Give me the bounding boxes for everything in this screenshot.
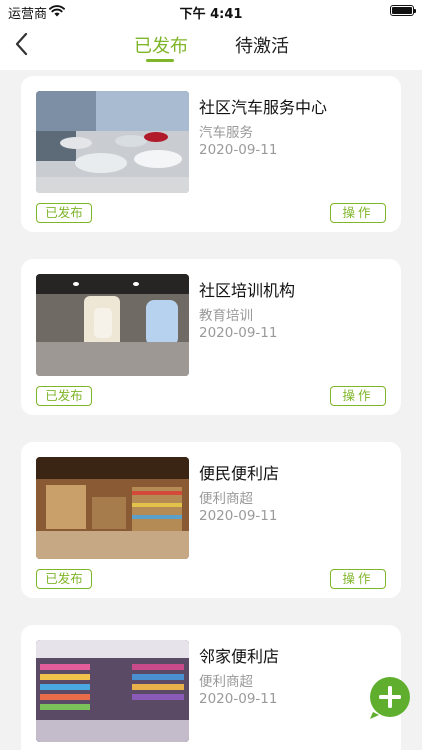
status-time: 下午 4:41 <box>179 7 243 22</box>
listing-category: 便利商超 <box>199 674 253 690</box>
operate-button[interactable]: 操作 <box>330 386 386 406</box>
listing-date: 2020-09-11 <box>199 142 278 158</box>
status-badge: 已发布 <box>36 386 92 406</box>
operate-button[interactable]: 操作 <box>330 569 386 589</box>
list-item[interactable]: 社区汽车服务中心 汽车服务 2020-09-11 已发布 操作 <box>21 76 401 232</box>
nav-bar: 已发布 待激活 <box>0 22 422 70</box>
listing-category: 便利商超 <box>199 491 253 507</box>
listing-title: 邻家便利店 <box>199 647 280 666</box>
status-badge: 已发布 <box>36 203 92 223</box>
listing-category: 汽车服务 <box>199 125 253 141</box>
listing-thumbnail <box>36 457 189 559</box>
tab-published[interactable]: 已发布 <box>134 32 188 58</box>
active-tab-indicator <box>146 59 174 62</box>
list-item[interactable]: 社区培训机构 教育培训 2020-09-11 已发布 操作 <box>21 259 401 415</box>
chevron-left-icon[interactable] <box>10 30 34 58</box>
listing-date: 2020-09-11 <box>199 691 278 707</box>
listing-title: 社区汽车服务中心 <box>199 98 328 117</box>
operate-button[interactable]: 操作 <box>330 203 386 223</box>
listing-title: 便民便利店 <box>199 464 280 483</box>
listing-date: 2020-09-11 <box>199 325 278 341</box>
listing-thumbnail <box>36 640 189 742</box>
list-item[interactable]: 便民便利店 便利商超 2020-09-11 已发布 操作 <box>21 442 401 598</box>
listing-title: 社区培训机构 <box>199 281 296 300</box>
battery-icon <box>390 5 416 16</box>
listing-list: 社区汽车服务中心 汽车服务 2020-09-11 已发布 操作 社区培训机构 教… <box>0 70 422 750</box>
add-icon[interactable] <box>367 676 411 720</box>
status-bar: 运营商 下午 4:41 <box>0 0 422 22</box>
tab-pending[interactable]: 待激活 <box>235 32 289 58</box>
listing-date: 2020-09-11 <box>199 508 278 524</box>
list-item[interactable]: 邻家便利店 便利商超 2020-09-11 <box>21 625 401 750</box>
listing-thumbnail <box>36 274 189 376</box>
listing-category: 教育培训 <box>199 308 253 324</box>
listing-thumbnail <box>36 91 189 193</box>
status-badge: 已发布 <box>36 569 92 589</box>
